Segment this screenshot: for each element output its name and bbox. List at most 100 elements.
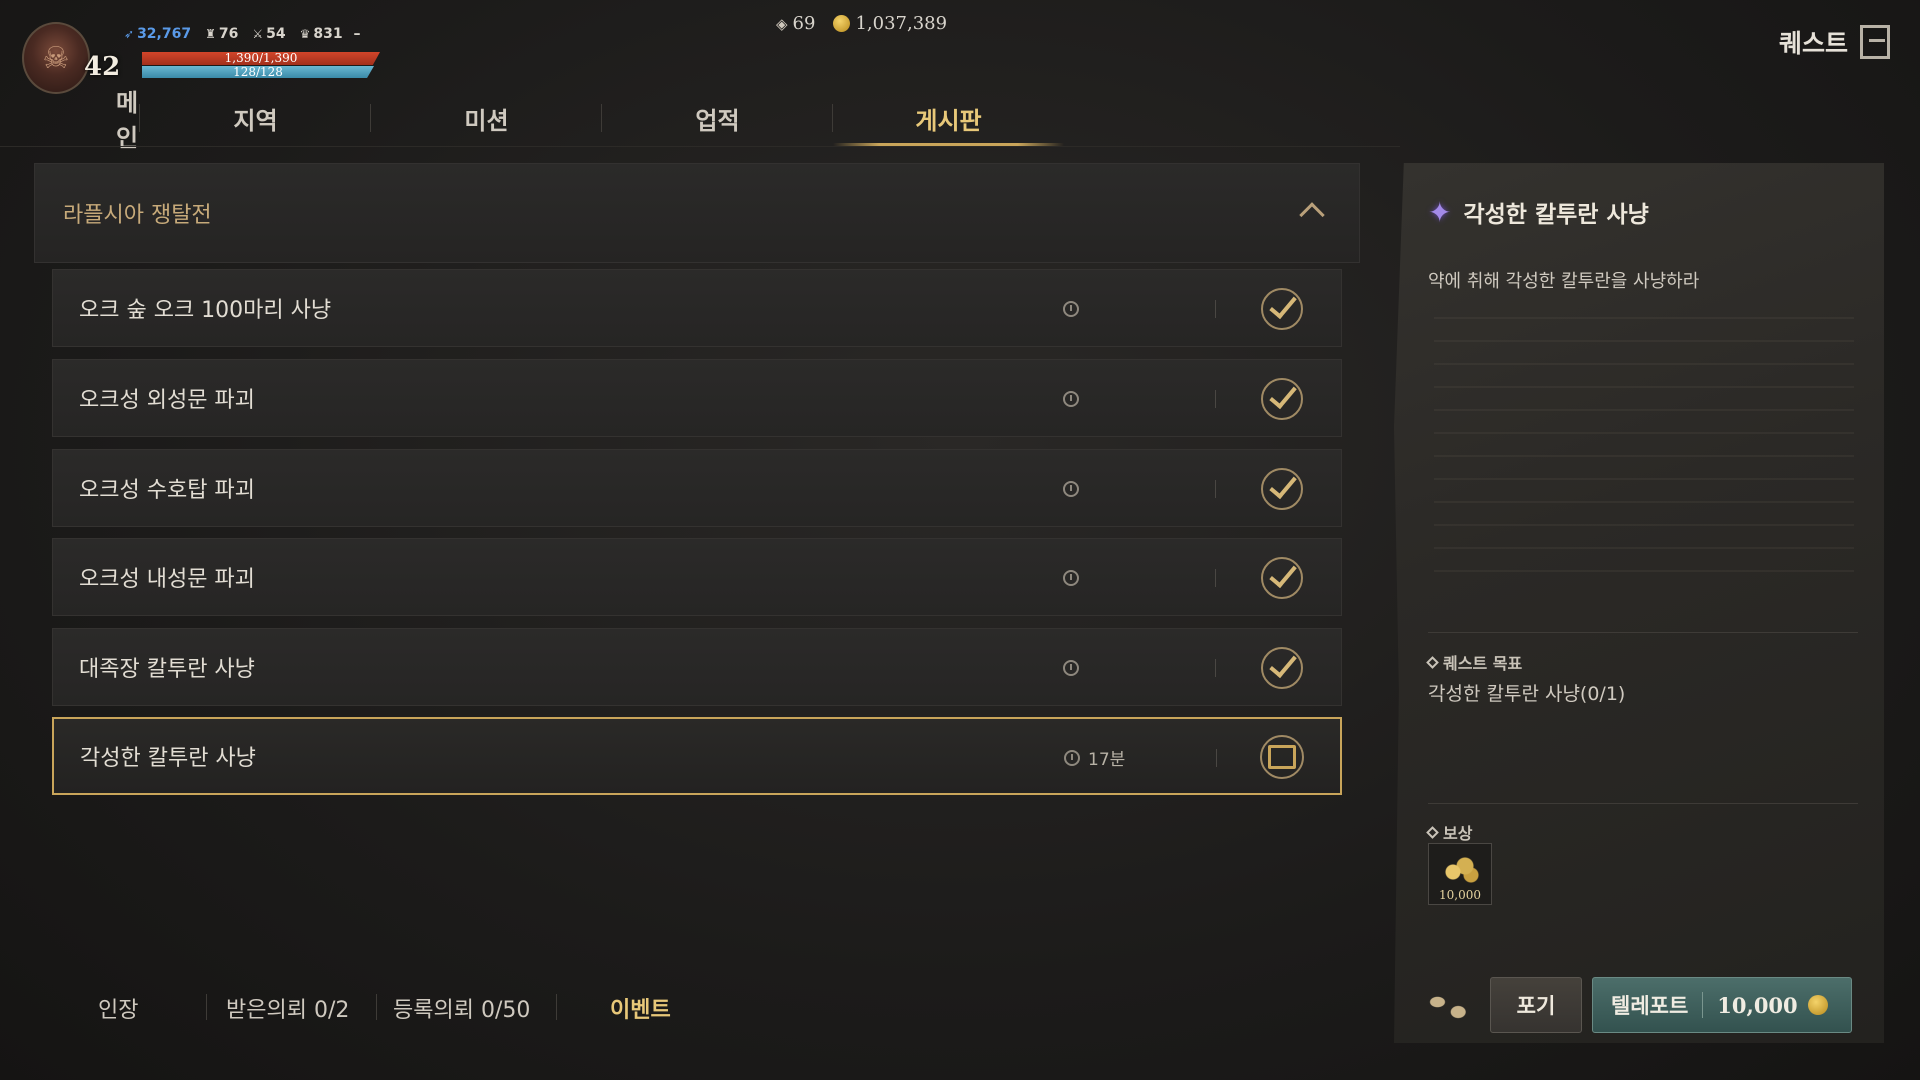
row-divider bbox=[1216, 749, 1217, 767]
attack-stat: ⚔ 54 bbox=[252, 26, 285, 42]
page-title: 퀘스트 bbox=[1778, 29, 1848, 58]
teleport-button[interactable]: 텔레포트 10,000 bbox=[1592, 977, 1852, 1033]
gem-amount: 69 bbox=[792, 13, 816, 34]
tab-label: 메인 bbox=[116, 89, 139, 152]
player-hud: ☠ 42 ➶ 32,767 ♜ 76 ⚔ 54 ♛ 831 – 1,390/1,390 … bbox=[22, 18, 382, 98]
checkmark-icon[interactable] bbox=[1261, 647, 1303, 689]
clock-icon bbox=[1064, 750, 1080, 766]
trophy-suffix: – bbox=[353, 26, 361, 42]
trophy-value: 831 bbox=[313, 26, 343, 42]
mp-bar: 128/128 bbox=[142, 66, 374, 78]
teleport-label: 텔레포트 bbox=[1611, 994, 1689, 1018]
tab-region[interactable]: 지역 bbox=[140, 90, 371, 146]
objective-label-text: 퀘스트 목표 bbox=[1443, 654, 1523, 673]
bottom-divider bbox=[206, 994, 207, 1020]
quest-row-selected[interactable]: 각성한 칼투란 사냥 17분 bbox=[52, 717, 1342, 795]
player-stats: ➶ 32,767 ♜ 76 ⚔ 54 ♛ 831 – bbox=[124, 26, 360, 42]
received-requests[interactable]: 받은의뢰 0/2 bbox=[226, 992, 349, 1024]
tab-label: 게시판 bbox=[915, 106, 982, 135]
quest-group-title: 라플시아 쟁탈전 bbox=[63, 203, 212, 228]
tab-label: 지역 bbox=[233, 106, 278, 135]
quest-time: 17분 bbox=[1088, 750, 1126, 770]
gold-amount: 1,037,389 bbox=[855, 13, 948, 34]
quest-name: 대족장 칼투란 사냥 bbox=[79, 657, 255, 682]
gem-counter[interactable]: ◈ 69 bbox=[776, 13, 815, 34]
quest-objective: 각성한 칼투란 사냥(0/1) bbox=[1428, 683, 1626, 705]
quest-row[interactable]: 오크 숲 오크 100마리 사냥 bbox=[52, 269, 1342, 347]
helmet-icon: ♜ bbox=[205, 27, 216, 41]
trophy-stat: ♛ 831 – bbox=[300, 26, 361, 42]
combat-power-stat: ➶ 32,767 bbox=[124, 26, 191, 42]
quest-name: 오크 숲 오크 100마리 사냥 bbox=[79, 298, 332, 323]
chevron-up-icon[interactable] bbox=[1299, 202, 1325, 228]
tab-label: 업적 bbox=[695, 106, 740, 135]
combat-power-value: 32,767 bbox=[137, 26, 192, 42]
clock-icon bbox=[1063, 660, 1079, 676]
registered-requests[interactable]: 등록의뢰 0/50 bbox=[393, 992, 530, 1024]
defense-value: 76 bbox=[218, 26, 239, 42]
sword-icon: ⚔ bbox=[252, 27, 264, 41]
tab-board[interactable]: 게시판 bbox=[833, 90, 1064, 146]
player-avatar[interactable]: ☠ bbox=[22, 22, 90, 94]
feather-icon: ➶ bbox=[124, 27, 135, 41]
gold-counter[interactable]: 1,037,389 bbox=[833, 13, 947, 34]
seal-button[interactable]: 인장 bbox=[98, 992, 138, 1024]
diamond-icon bbox=[1426, 825, 1439, 839]
defense-stat: ♜ 76 bbox=[205, 26, 238, 42]
teleport-cost: 10,000 bbox=[1717, 992, 1798, 1018]
clock-icon bbox=[1063, 301, 1079, 317]
detail-title-text: 각성한 칼투란 사냥 bbox=[1463, 202, 1649, 228]
section-divider bbox=[1428, 803, 1858, 804]
quest-row[interactable]: 대족장 칼투란 사냥 bbox=[52, 628, 1342, 706]
reward-amount: 10,000 bbox=[1439, 888, 1481, 902]
tab-label: 미션 bbox=[464, 106, 509, 135]
tab-achievement[interactable]: 업적 bbox=[602, 90, 833, 146]
quest-name: 각성한 칼투란 사냥 bbox=[80, 746, 256, 771]
reward-label-text: 보상 bbox=[1443, 824, 1473, 843]
player-level: 42 bbox=[84, 52, 121, 82]
trophy-icon: ♛ bbox=[299, 27, 311, 41]
exit-icon[interactable] bbox=[1860, 25, 1890, 59]
quest-row[interactable]: 오크성 외성문 파괴 bbox=[52, 359, 1342, 437]
button-divider bbox=[1702, 992, 1704, 1018]
gold-coin-icon bbox=[1807, 995, 1828, 1015]
event-button[interactable]: 이벤트 bbox=[610, 992, 671, 1024]
quest-name: 오크성 수호탑 파괴 bbox=[79, 478, 255, 503]
checkmark-icon[interactable] bbox=[1261, 468, 1303, 510]
row-divider bbox=[1215, 569, 1216, 587]
checkmark-icon[interactable] bbox=[1261, 288, 1303, 330]
quest-row[interactable]: 오크성 내성문 파괴 bbox=[52, 538, 1342, 616]
parchment-texture bbox=[1434, 299, 1854, 589]
attack-value: 54 bbox=[266, 26, 286, 42]
scroll-icon[interactable] bbox=[1260, 735, 1304, 779]
clock-icon bbox=[1063, 391, 1079, 407]
quest-description: 약에 취해 각성한 칼투란을 사냥하라 bbox=[1428, 271, 1700, 292]
footprint-icon[interactable] bbox=[1426, 986, 1472, 1026]
quest-group-header[interactable]: 라플시아 쟁탈전 bbox=[34, 163, 1360, 263]
quest-name: 오크성 내성문 파괴 bbox=[79, 567, 255, 592]
give-up-button[interactable]: 포기 bbox=[1490, 977, 1582, 1033]
clock-icon bbox=[1063, 481, 1079, 497]
quest-tabs: 메인 지역 미션 업적 게시판 bbox=[0, 89, 1180, 152]
tabs-divider bbox=[0, 146, 1400, 147]
gem-icon: ◈ bbox=[776, 14, 788, 33]
quest-list-panel: 라플시아 쟁탈전 오크 숲 오크 100마리 사냥 오크성 외성문 파괴 오크성… bbox=[34, 163, 1360, 795]
reward-item-slot[interactable]: 10,000 bbox=[1428, 843, 1492, 905]
checkmark-icon[interactable] bbox=[1261, 378, 1303, 420]
quest-row[interactable]: 오크성 수호탑 파괴 bbox=[52, 449, 1342, 527]
gold-pile-icon bbox=[1441, 854, 1481, 884]
detail-title: ✦ 각성한 칼투란 사냥 bbox=[1428, 195, 1649, 229]
gold-coin-icon bbox=[833, 15, 851, 32]
hp-bar: 1,390/1,390 bbox=[142, 52, 380, 65]
row-divider bbox=[1215, 659, 1216, 677]
checkmark-icon[interactable] bbox=[1261, 557, 1303, 599]
quest-detail-panel: ✦ 각성한 칼투란 사냥 약에 취해 각성한 칼투란을 사냥하라 퀘스트 목표 … bbox=[1394, 163, 1884, 1043]
tab-mission[interactable]: 미션 bbox=[371, 90, 602, 146]
row-divider bbox=[1215, 480, 1216, 498]
tab-main[interactable]: 메인 bbox=[0, 89, 140, 152]
bottom-divider bbox=[556, 994, 557, 1020]
quest-name: 오크성 외성문 파괴 bbox=[79, 388, 255, 413]
star-icon: ✦ bbox=[1428, 195, 1452, 229]
diamond-icon bbox=[1426, 655, 1439, 669]
window-title: 퀘스트 bbox=[1779, 24, 1890, 60]
